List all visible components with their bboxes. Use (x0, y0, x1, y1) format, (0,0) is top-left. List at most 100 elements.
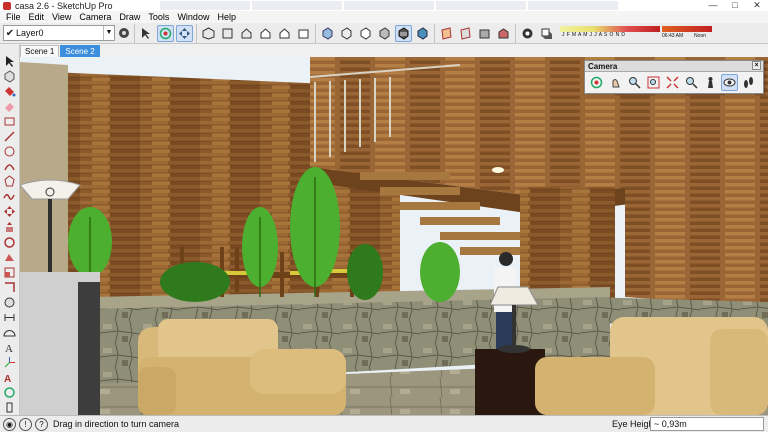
freehand-icon (3, 194, 15, 201)
shadow-time-slider[interactable]: 06:43 AM Noon (662, 25, 712, 41)
wireframe-button[interactable] (338, 25, 355, 42)
back-view-icon (279, 27, 290, 38)
close-icon[interactable]: ✕ (746, 0, 768, 11)
shadow-group: J F M A M J J A S O N D 06:43 AM Noon (515, 23, 714, 43)
camera-walk-button[interactable] (740, 74, 757, 91)
3dtext-tool[interactable]: A (1, 371, 18, 384)
scene-render (20, 57, 768, 415)
top-view-icon (222, 28, 233, 38)
orbit-button[interactable] (157, 24, 174, 42)
shadow-months: J F M A M J J A S O N D (562, 32, 626, 38)
polygon-tool[interactable] (1, 175, 18, 188)
camera-zoom-window-button[interactable] (645, 74, 662, 91)
window-controls: — □ ✕ (702, 0, 768, 11)
help-icon[interactable]: ? (35, 417, 48, 431)
chevron-down-icon[interactable]: ▼ (103, 26, 114, 40)
section-display-button[interactable] (457, 25, 474, 42)
freehand-tool[interactable] (1, 190, 18, 203)
section-plane-button[interactable] (438, 25, 455, 42)
menu-camera[interactable]: Camera (75, 12, 115, 22)
arc-tool[interactable] (1, 160, 18, 173)
3d-viewport[interactable] (20, 57, 768, 415)
monochrome-button[interactable] (414, 25, 431, 42)
menu-edit[interactable]: Edit (25, 12, 49, 22)
minimize-icon[interactable]: — (702, 0, 724, 11)
layer-name: Layer0 (16, 28, 44, 38)
followme-tool[interactable] (1, 251, 18, 264)
rotate-tool[interactable] (1, 236, 18, 249)
scale-tool[interactable] (1, 266, 18, 279)
layer-manager-button[interactable] (116, 25, 133, 42)
shaded-button[interactable] (376, 25, 393, 42)
left-view-button[interactable] (295, 25, 312, 42)
warehouse-button[interactable] (495, 25, 512, 42)
top-view-button[interactable] (219, 25, 236, 42)
paint-tool[interactable] (1, 85, 18, 98)
menu-window[interactable]: Window (173, 12, 213, 22)
left-view-icon (298, 29, 309, 38)
walk-tool[interactable] (1, 386, 18, 399)
camera-position-button[interactable] (702, 74, 719, 91)
camera-look-around-button[interactable] (721, 74, 738, 91)
circle-tool[interactable] (1, 145, 18, 158)
rectangle-tool[interactable] (1, 115, 18, 128)
shaded-textures-button[interactable] (395, 24, 412, 42)
camera-zoom-extents-button[interactable] (664, 74, 681, 91)
tab-scene-1[interactable]: Scene 1 (20, 45, 60, 57)
select-button[interactable] (138, 25, 155, 42)
back-view-button[interactable] (276, 25, 293, 42)
shadow-time-mid: Noon (694, 33, 706, 39)
protractor-tool[interactable] (1, 326, 18, 339)
previous-icon (686, 77, 698, 89)
camera-zoom-button[interactable] (626, 74, 643, 91)
menu-draw[interactable]: Draw (115, 12, 144, 22)
select-tool[interactable] (1, 55, 18, 68)
3dtext-icon: A (4, 374, 11, 384)
front-view-button[interactable] (238, 25, 255, 42)
section-display-icon (460, 26, 471, 40)
close-icon[interactable]: × (752, 61, 761, 70)
share-model-button[interactable] (519, 25, 536, 42)
tab-scene-2[interactable]: Scene 2 (60, 45, 100, 57)
main-toolbar: ✔ Layer0 ▼ J F M A M J J A S O N D 06:43… (0, 23, 768, 44)
text-tool[interactable]: A (1, 341, 18, 354)
layer-selector[interactable]: ✔ Layer0 ▼ (3, 25, 115, 41)
pan-button[interactable] (176, 24, 193, 42)
wireframe-icon (341, 26, 352, 40)
followme-icon (5, 253, 14, 261)
iso-view-button[interactable] (200, 25, 217, 42)
camera-pan-button[interactable] (607, 74, 624, 91)
camera-toolbar-header[interactable]: Camera × (585, 61, 763, 72)
orbit-icon (590, 76, 603, 89)
geolocation-icon[interactable]: ◉ (3, 417, 16, 431)
measurements-box[interactable]: ~ 0,93m (650, 417, 764, 431)
look-tool[interactable] (1, 401, 18, 414)
shadows-toggle[interactable] (538, 25, 555, 42)
menu-tools[interactable]: Tools (144, 12, 173, 22)
menu-help[interactable]: Help (213, 12, 240, 22)
maximize-icon[interactable]: □ (724, 0, 746, 11)
shadow-date-slider[interactable]: J F M A M J J A S O N D (560, 25, 660, 41)
credits-icon[interactable]: ! (19, 417, 32, 431)
scale-icon (4, 267, 15, 278)
axes-tool[interactable] (1, 356, 18, 369)
hidden-line-icon (360, 26, 371, 40)
line-tool[interactable] (1, 130, 18, 143)
eraser-tool[interactable] (1, 100, 18, 113)
hidden-line-button[interactable] (357, 25, 374, 42)
camera-orbit-button[interactable] (588, 74, 605, 91)
offset-tool[interactable] (1, 281, 18, 294)
component-tool[interactable] (1, 70, 18, 83)
camera-previous-button[interactable] (683, 74, 700, 91)
protractor-icon (3, 329, 16, 337)
menu-file[interactable]: File (2, 12, 25, 22)
right-view-button[interactable] (257, 25, 274, 42)
move-tool[interactable] (1, 205, 18, 218)
pushpull-tool[interactable] (1, 221, 18, 234)
xray-button[interactable] (319, 25, 336, 42)
dimension-tool[interactable] (1, 311, 18, 324)
menu-view[interactable]: View (48, 12, 75, 22)
section-cut-button[interactable] (476, 25, 493, 42)
component-icon (4, 70, 15, 83)
tape-tool[interactable] (1, 296, 18, 309)
